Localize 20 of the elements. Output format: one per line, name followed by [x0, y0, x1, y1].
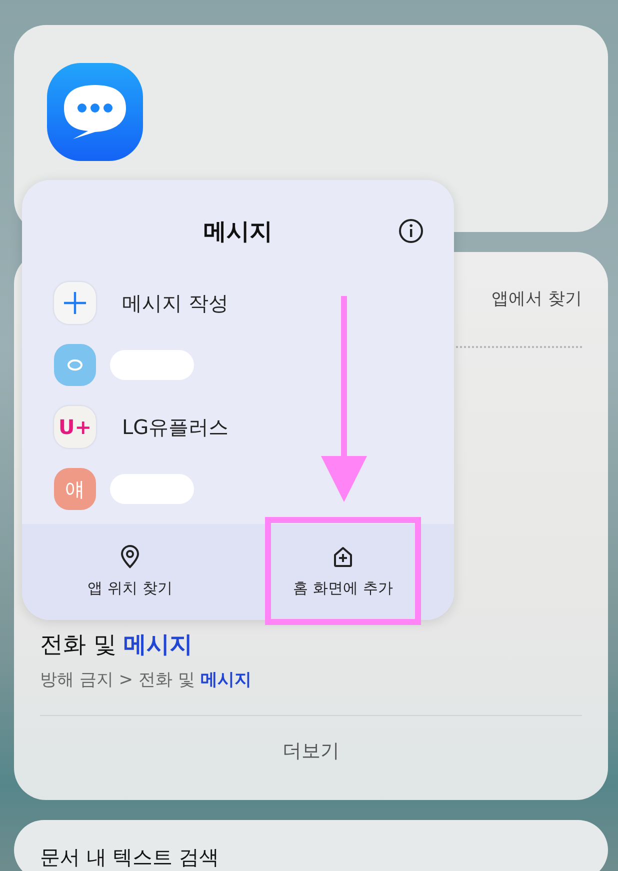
shortcut-item[interactable]: 메시지 작성: [54, 282, 454, 324]
location-pin-icon: [119, 544, 141, 568]
result-path: 방해 금지 > 전화 및 메시지: [40, 669, 252, 691]
info-icon: [398, 218, 424, 244]
result-title[interactable]: 전화 및 메시지: [40, 629, 582, 660]
shortcut-item[interactable]: U+ LG유플러스: [54, 406, 454, 448]
app-icon: [47, 63, 143, 161]
add-home-icon: [332, 544, 354, 568]
plus-icon: [63, 291, 87, 315]
ring-icon: [67, 359, 83, 371]
popup-title: 메시지: [204, 218, 272, 246]
shortcut-label: LG유플러스: [122, 414, 229, 440]
section-title: 문서 내 텍스트 검색: [40, 844, 220, 871]
shortcut-label: 메시지 작성: [122, 290, 228, 316]
icon-letter: 얘: [65, 476, 85, 502]
action-button[interactable]: 홈 화면에 추가: [265, 517, 421, 625]
logo-text: U+: [58, 415, 92, 439]
find-in-app-link[interactable]: 앱에서 찾기: [492, 287, 582, 310]
more-button[interactable]: 더보기: [282, 738, 340, 764]
action-button[interactable]: 앱 위치 찾기: [52, 517, 208, 625]
